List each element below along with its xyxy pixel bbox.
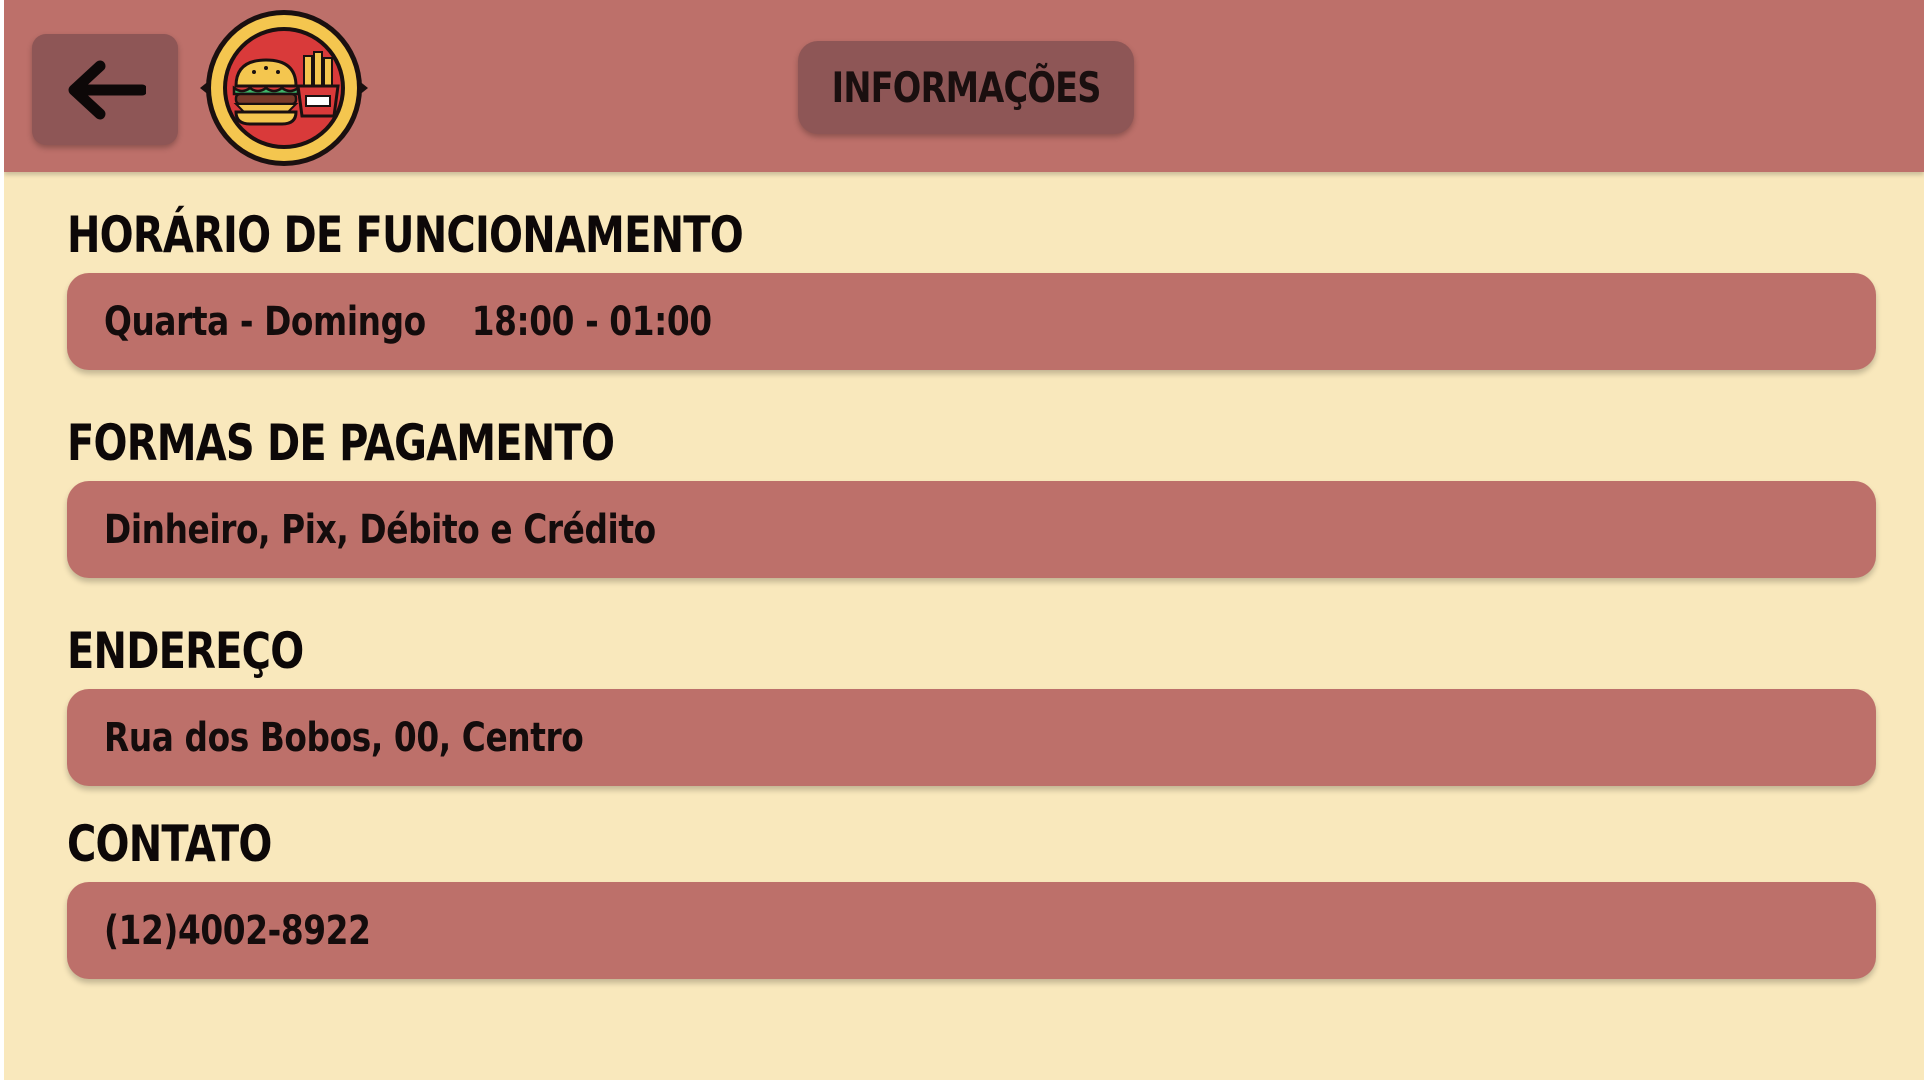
opening-hours-heading: HORÁRIO DE FUNCIONAMENTO <box>67 206 744 264</box>
header-bar: INFORMAÇÕES <box>4 0 1924 172</box>
address-heading: ENDEREÇO <box>67 622 304 680</box>
opening-hours-value: Quarta - Domingo 18:00 - 01:00 <box>104 299 712 345</box>
contact-value: (12)4002-8922 <box>104 907 371 954</box>
address-bar: Rua dos Bobos, 00, Centro <box>67 689 1876 786</box>
contact-heading: CONTATO <box>67 815 272 873</box>
page-title: INFORMAÇÕES <box>831 63 1101 112</box>
back-button[interactable] <box>32 34 178 145</box>
opening-hours-bar: Quarta - Domingo 18:00 - 01:00 <box>67 273 1876 370</box>
contact-bar: (12)4002-8922 <box>67 882 1876 979</box>
opening-days: Quarta - Domingo <box>104 298 426 345</box>
payment-methods-heading: FORMAS DE PAGAMENTO <box>67 414 615 472</box>
arrow-left-icon <box>68 60 146 119</box>
burger-fries-logo-icon <box>196 8 372 168</box>
address-value: Rua dos Bobos, 00, Centro <box>104 714 584 761</box>
opening-times: 18:00 - 01:00 <box>471 298 712 345</box>
info-screen: INFORMAÇÕES HORÁRIO DE FUNCIONAMENTO Qua… <box>4 0 1924 1080</box>
payment-methods-value: Dinheiro, Pix, Débito e Crédito <box>104 506 656 553</box>
payment-methods-bar: Dinheiro, Pix, Débito e Crédito <box>67 481 1876 578</box>
page-title-pill: INFORMAÇÕES <box>798 41 1134 134</box>
